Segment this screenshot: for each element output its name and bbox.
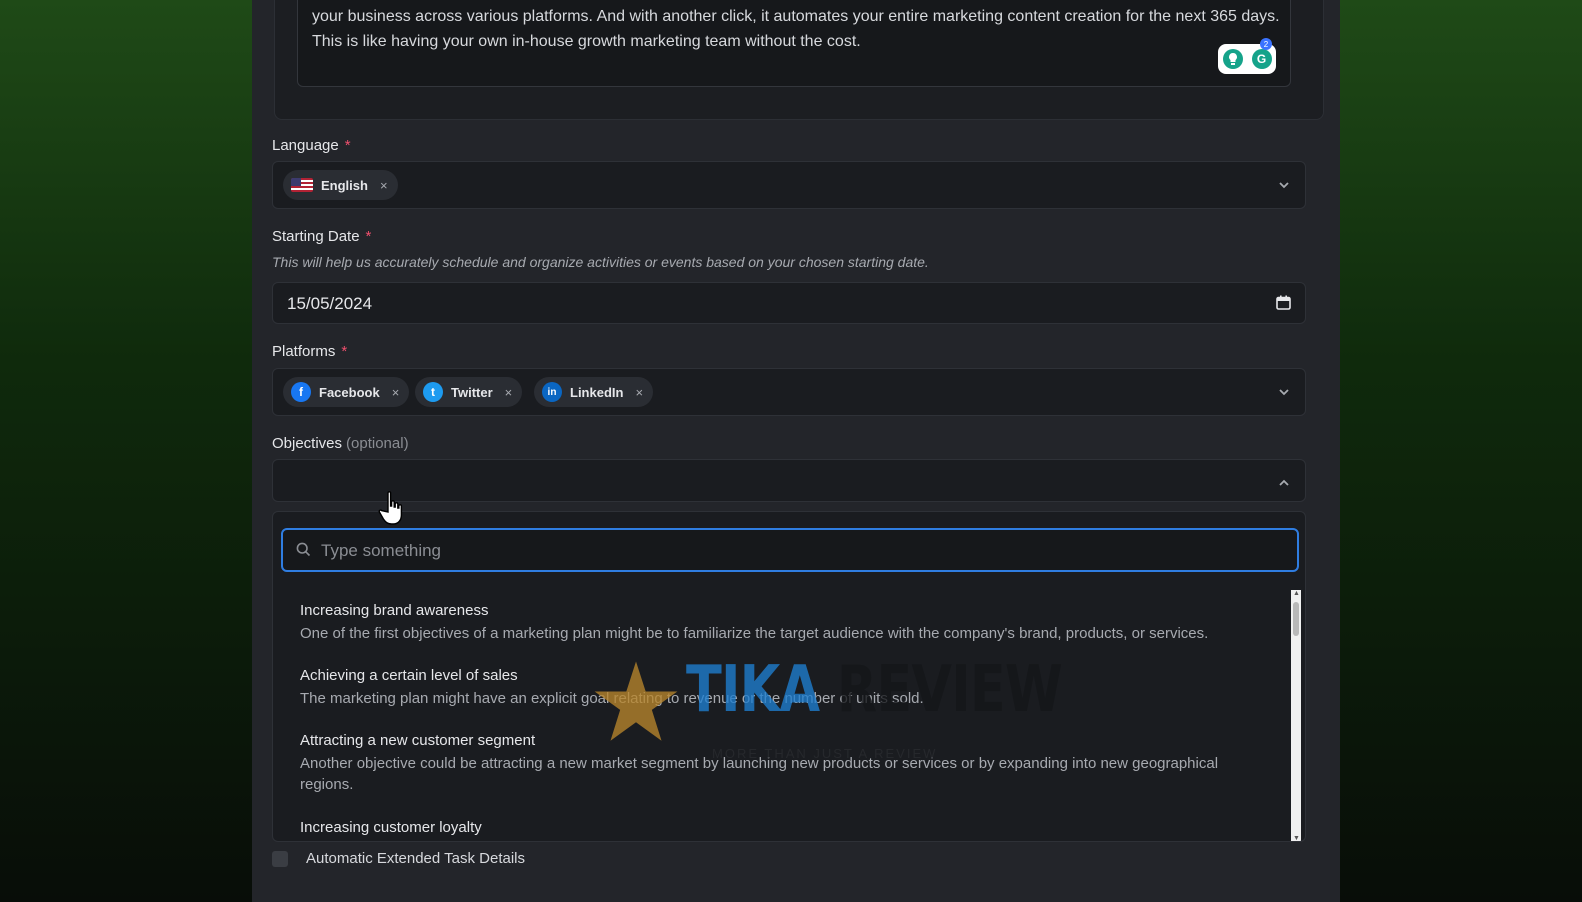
dropdown-scrollbar[interactable]: ▲ ▼: [1291, 590, 1301, 841]
date-value: 15/05/2024: [287, 294, 373, 313]
star-icon: [594, 661, 678, 741]
grammarly-icon[interactable]: G: [1251, 49, 1272, 69]
lightbulb-icon[interactable]: [1222, 49, 1243, 69]
calendar-icon[interactable]: [1276, 295, 1291, 315]
chip-label: English: [321, 177, 368, 193]
objectives-label-text: Objectives: [272, 435, 343, 452]
extended-details-checkbox[interactable]: [272, 850, 288, 867]
remove-chip-icon[interactable]: ×: [635, 385, 643, 400]
watermark-subtitle: MORE THAN JUST A REVIEW: [712, 746, 938, 761]
watermark-title: TIKA REVIEW: [686, 653, 1063, 727]
starting-date-hint: This will help us accurately schedule an…: [272, 254, 929, 270]
platforms-label: Platforms *: [272, 343, 347, 360]
chevron-down-icon[interactable]: [1279, 178, 1289, 192]
objective-option[interactable]: Attracting a new customer segment Anothe…: [300, 732, 1240, 795]
extended-details-label: Automatic Extended Task Details: [306, 850, 526, 867]
grammarly-widget[interactable]: G 2: [1218, 38, 1276, 74]
background-right: [1322, 0, 1582, 902]
optional-tag: (optional): [346, 435, 409, 452]
objectives-select[interactable]: [272, 459, 1306, 502]
background-left: [0, 0, 260, 902]
watermark: TIKA REVIEW MORE THAN JUST A REVIEW: [592, 653, 1063, 761]
starting-date-label-text: Starting Date: [272, 228, 360, 245]
platforms-label-text: Platforms: [272, 343, 336, 360]
remove-chip-icon[interactable]: ×: [505, 385, 513, 400]
extended-details-row: Automatic Extended Task Details: [272, 850, 525, 867]
twitter-icon: t: [423, 382, 443, 402]
option-title: Increasing brand awareness: [300, 602, 489, 619]
remove-chip-icon[interactable]: ×: [380, 178, 388, 193]
starting-date-input[interactable]: 15/05/2024: [272, 282, 1306, 324]
language-chip-english: English ×: [283, 170, 398, 200]
search-icon: [296, 542, 311, 562]
platform-chip-linkedin: in LinkedIn ×: [534, 377, 654, 407]
language-label: Language *: [272, 137, 351, 154]
search-input[interactable]: [319, 530, 1283, 572]
description-card: click, it provides 365 days of actionabl…: [274, 0, 1324, 120]
us-flag-icon: [291, 178, 313, 192]
facebook-icon: f: [291, 382, 311, 402]
platform-chip-facebook: f Facebook ×: [283, 377, 410, 407]
language-select[interactable]: English ×: [272, 161, 1306, 209]
linkedin-icon: in: [542, 382, 562, 402]
remove-chip-icon[interactable]: ×: [392, 385, 400, 400]
required-mark: *: [344, 137, 351, 154]
objective-option[interactable]: Increasing customer loyalty: [300, 819, 1240, 836]
objective-option[interactable]: Increasing brand awareness One of the fi…: [300, 602, 1240, 644]
platforms-select[interactable]: f Facebook × t Twitter × in LinkedIn ×: [272, 368, 1306, 416]
required-mark: *: [365, 228, 372, 245]
scroll-up-arrow-icon[interactable]: ▲: [1293, 590, 1300, 597]
description-textarea[interactable]: click, it provides 365 days of actionabl…: [297, 0, 1291, 87]
watermark-title-part1: TIKA: [686, 653, 820, 727]
description-text: click, it provides 365 days of actionabl…: [312, 8, 1280, 50]
chevron-down-icon[interactable]: [1279, 385, 1289, 399]
objectives-search[interactable]: [281, 528, 1299, 572]
chip-label: LinkedIn: [570, 384, 624, 400]
starting-date-label: Starting Date *: [272, 228, 371, 245]
chevron-up-icon[interactable]: [1279, 475, 1289, 489]
notification-badge: 2: [1260, 38, 1272, 50]
scroll-down-arrow-icon[interactable]: ▼: [1293, 835, 1300, 841]
option-description: One of the first objectives of a marketi…: [300, 625, 1209, 642]
chip-label: Facebook: [319, 384, 380, 400]
language-label-text: Language: [272, 137, 339, 154]
watermark-title-part2: REVIEW: [819, 653, 1063, 727]
option-title: Increasing customer loyalty: [300, 819, 482, 836]
chip-label: Twitter: [451, 384, 493, 400]
platform-chip-twitter: t Twitter ×: [415, 377, 523, 407]
objectives-label: Objectives (optional): [272, 435, 409, 452]
hand-cursor-icon: [378, 490, 408, 531]
scroll-thumb[interactable]: [1293, 602, 1299, 636]
required-mark: *: [341, 343, 348, 360]
